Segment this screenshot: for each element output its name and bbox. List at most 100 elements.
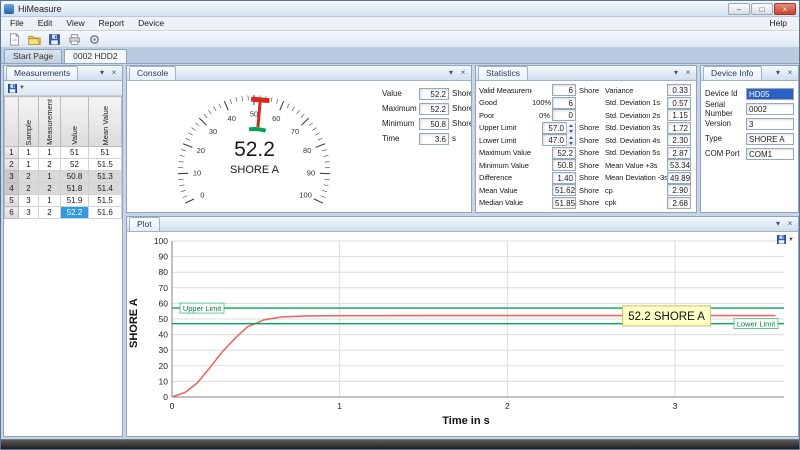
cell-sample[interactable]: 2 [19,171,39,183]
column-header[interactable]: Measurement [39,97,61,147]
cell-mean[interactable]: 51.5 [89,195,122,207]
cell-mean[interactable]: 51.5 [89,159,122,171]
spinner-buttons[interactable] [566,134,575,146]
cell-sample[interactable]: 3 [19,195,39,207]
new-file-icon[interactable] [5,32,23,47]
menu-file[interactable]: File [3,17,31,30]
menu-device[interactable]: Device [131,17,171,30]
cell-measurement[interactable]: 1 [39,147,61,159]
device-field-label: Device Id [705,89,746,98]
stat-label: Std. Deviation 5s [605,148,667,157]
measurements-export-button[interactable]: ▼ [7,83,25,94]
panel-menu-icon[interactable]: ▾ [772,218,784,230]
upper-limit-input[interactable]: 57.0 [542,122,576,134]
tab-0002-hdd2[interactable]: 0002 HDD2 [64,49,126,63]
stat-value: 53.34 [667,159,691,171]
row-number[interactable]: 3 [5,171,19,183]
cell-sample[interactable]: 1 [19,147,39,159]
cell-measurement[interactable]: 2 [39,207,61,219]
cell-value[interactable]: 51.8 [61,183,89,195]
device-type-value[interactable]: SHORE A [746,133,794,145]
cell-mean[interactable]: 51.6 [89,207,122,219]
maximize-button[interactable]: □ [751,3,773,15]
panel-menu-icon[interactable]: ▾ [772,67,784,79]
cell-measurement[interactable]: 1 [39,195,61,207]
column-header[interactable]: Value [61,97,89,147]
panel-menu-icon[interactable]: ▾ [445,67,457,79]
readout-unit: Shore [452,89,472,98]
open-icon[interactable] [25,32,43,47]
device-device-id-value[interactable]: HD05 [746,88,794,100]
column-header[interactable]: Sample [19,97,39,147]
svg-text:10: 10 [159,376,169,386]
settings-icon[interactable] [85,32,103,47]
save-icon[interactable] [45,32,63,47]
cell-value[interactable]: 51 [61,147,89,159]
cell-value[interactable]: 52 [61,159,89,171]
lower-limit-input[interactable]: 47.0 [542,134,576,146]
close-button[interactable]: × [774,3,796,15]
cell-value[interactable]: 51.9 [61,195,89,207]
device-version-value[interactable]: 3 [746,118,794,130]
readout-value: 3.6 [419,133,449,145]
device-info-panel-title: Device Info [703,66,762,80]
panel-close-icon[interactable]: × [784,67,796,79]
panel-close-icon[interactable]: × [108,67,120,79]
stat-row: Std. Deviation 1s0.57 [605,97,691,109]
cell-sample[interactable]: 2 [19,183,39,195]
cell-mean[interactable]: 51 [89,147,122,159]
cell-mean[interactable]: 51.3 [89,171,122,183]
cell-measurement[interactable]: 1 [39,171,61,183]
device-com-port-value[interactable]: COM1 [746,148,794,160]
statistics-panel-title: Statistics [478,66,528,80]
plot-canvas[interactable]: 01020304050607080901000123Upper LimitLow… [142,235,790,413]
stat-unit: Shore [579,148,601,157]
menu-view[interactable]: View [59,17,91,30]
chevron-down-icon: ▼ [19,85,25,91]
column-header[interactable]: Mean Value [89,97,122,147]
menu-edit[interactable]: Edit [31,17,60,30]
menu-help[interactable]: Help [760,17,797,30]
printer-icon[interactable] [65,32,83,47]
device-field-label: COM Port [705,149,746,158]
menu-report[interactable]: Report [92,17,132,30]
cell-sample[interactable]: 1 [19,159,39,171]
cell-measurement[interactable]: 2 [39,159,61,171]
panel-menu-icon[interactable]: ▾ [96,67,108,79]
stat-label: Std. Deviation 3s [605,123,667,132]
stat-row: Difference1.40Shore [479,172,601,184]
stat-value: 52.2 [552,147,576,159]
panel-close-icon[interactable]: × [457,67,469,79]
device-info-panel: Device Info ▾ × Device IdHD05Serial Numb… [700,65,799,213]
svg-text:3: 3 [673,401,678,411]
minimize-button[interactable]: – [728,3,750,15]
cell-sample[interactable]: 3 [19,207,39,219]
row-number[interactable]: 4 [5,183,19,195]
cell-mean[interactable]: 51.4 [89,183,122,195]
device-serial-number-value[interactable]: 0002 [746,103,794,115]
panel-menu-icon[interactable]: ▾ [670,67,682,79]
spinner-buttons[interactable] [566,122,575,134]
stat-label: Median Value [479,198,532,207]
readout-unit: Shore [452,104,472,113]
row-number[interactable]: 5 [5,195,19,207]
cell-value[interactable]: 52.2 [61,207,89,219]
svg-text:90: 90 [159,252,169,262]
svg-text:100: 100 [299,191,312,200]
panel-close-icon[interactable]: × [682,67,694,79]
tab-start-page[interactable]: Start Page [4,49,62,63]
stat-label: Maximum Value [479,148,532,157]
stat-label: Good [479,98,532,107]
stat-label: Mean Value [479,186,532,195]
spin-down-icon[interactable] [567,140,575,146]
row-number[interactable]: 2 [5,159,19,171]
cell-measurement[interactable]: 2 [39,183,61,195]
row-number[interactable]: 6 [5,207,19,219]
plot-export-button[interactable]: ▼ [776,234,794,245]
plot-panel-title: Plot [129,217,160,231]
svg-text:30: 30 [209,127,217,136]
spin-down-icon[interactable] [567,128,575,134]
row-number[interactable]: 1 [5,147,19,159]
cell-value[interactable]: 50.8 [61,171,89,183]
panel-close-icon[interactable]: × [784,218,796,230]
